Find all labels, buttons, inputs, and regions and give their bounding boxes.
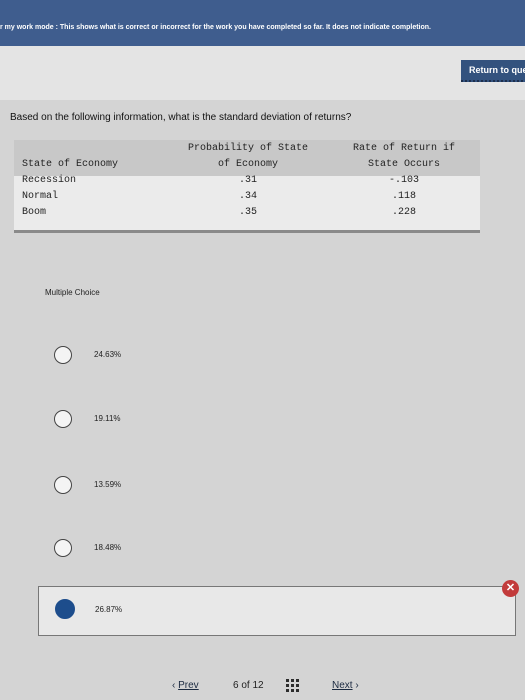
- choice-option-4[interactable]: 18.48%: [38, 529, 516, 575]
- banner-text: r my work mode : This shows what is corr…: [0, 24, 431, 31]
- choice-text: 26.87%: [95, 605, 123, 614]
- row-normal-probability: .34: [238, 191, 257, 202]
- question-prompt: Based on the following information, what…: [10, 112, 352, 123]
- radio-button[interactable]: [54, 410, 72, 428]
- page-of-label: of: [241, 680, 250, 691]
- row-boom-return: .228: [391, 207, 416, 218]
- row-boom-probability: .35: [238, 207, 257, 218]
- next-label: Next: [332, 680, 353, 691]
- row-boom-state: Boom: [22, 207, 47, 218]
- radio-button[interactable]: [54, 539, 72, 557]
- chevron-right-icon: ›: [355, 680, 359, 691]
- next-button[interactable]: Next ›: [332, 680, 359, 691]
- choice-option-1[interactable]: 24.63%: [38, 336, 516, 382]
- header-state-of-economy: State of Economy: [22, 159, 119, 170]
- choice-text: 24.63%: [94, 350, 122, 359]
- chevron-left-icon: ‹: [172, 680, 176, 691]
- choice-option-3[interactable]: 13.59%: [38, 466, 516, 512]
- current-page: 6: [233, 680, 239, 691]
- return-button-label: Return to que: [469, 65, 525, 75]
- incorrect-x-icon: ✕: [502, 580, 519, 597]
- radio-button[interactable]: [54, 346, 72, 364]
- total-pages: 12: [252, 680, 264, 691]
- pagination-bar: ‹ Prev 6 of 12 Next ›: [0, 670, 525, 700]
- top-toolbar: [0, 46, 525, 100]
- row-recession-return: -.103: [388, 175, 419, 186]
- row-normal-state: Normal: [22, 191, 59, 202]
- table-bottom-rule: [14, 230, 480, 233]
- choice-option-5-selected[interactable]: 26.87%: [38, 586, 516, 636]
- header-return-line2: State Occurs: [367, 159, 440, 170]
- row-recession-probability: .31: [238, 175, 257, 186]
- choice-text: 18.48%: [94, 543, 122, 552]
- page-indicator: 6 of 12: [233, 680, 264, 691]
- header-probability-line1: Probability of State: [187, 143, 309, 154]
- row-normal-return: .118: [391, 191, 416, 202]
- header-probability-line2: of Economy: [217, 159, 278, 170]
- header-return-line1: Rate of Return if: [352, 143, 456, 154]
- radio-button-selected[interactable]: [55, 599, 75, 619]
- choice-text: 13.59%: [94, 480, 122, 489]
- instructor-mode-banner: r my work mode : This shows what is corr…: [0, 0, 525, 46]
- question-grid-icon[interactable]: [286, 679, 300, 692]
- return-to-question-button[interactable]: Return to que: [461, 60, 525, 82]
- choice-text: 19.11%: [94, 414, 121, 423]
- prev-button[interactable]: ‹ Prev: [172, 680, 199, 691]
- row-recession-state: Recession: [22, 175, 77, 186]
- radio-button[interactable]: [54, 476, 72, 494]
- economy-data-table: Probability of State Rate of Return if S…: [14, 140, 480, 230]
- choice-option-2[interactable]: 19.11%: [38, 400, 516, 446]
- multiple-choice-label: Multiple Choice: [45, 288, 100, 297]
- prev-label: Prev: [178, 680, 199, 691]
